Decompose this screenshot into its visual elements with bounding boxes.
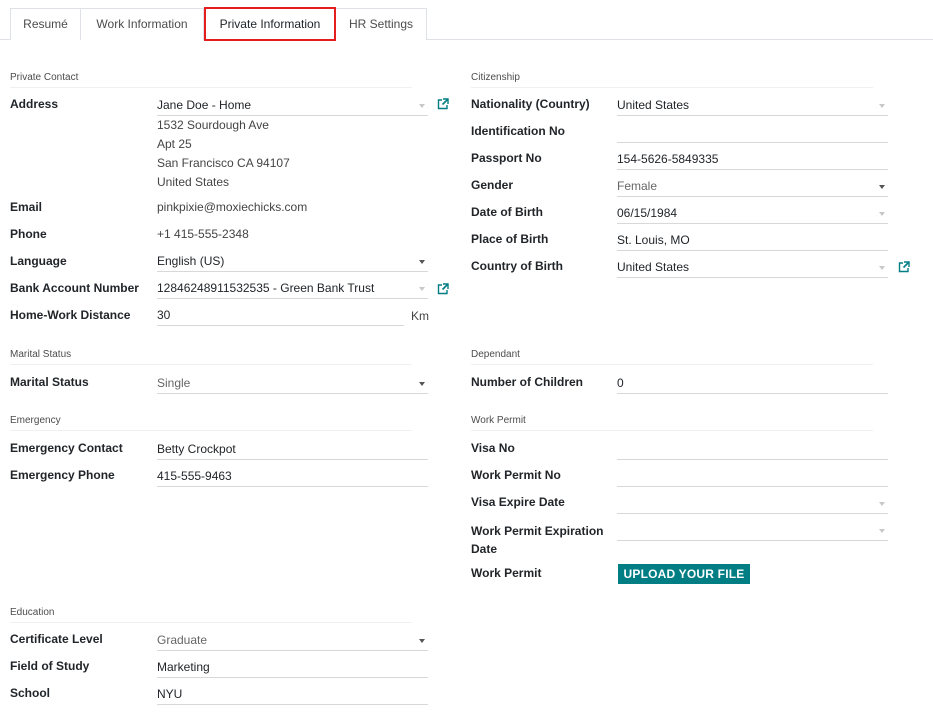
marital-status-label: Marital Status [10, 375, 89, 389]
address-field[interactable]: Jane Doe - Home [157, 96, 428, 116]
gender-label: Gender [471, 178, 514, 192]
tab-private-information[interactable]: Private Information [204, 7, 336, 41]
tab-hr-settings[interactable]: HR Settings [336, 8, 427, 40]
marital-status-select[interactable]: Single [157, 374, 428, 394]
dropdown-caret-icon [419, 260, 425, 264]
dropdown-caret-icon [419, 104, 425, 108]
gender-select[interactable]: Female [617, 177, 888, 197]
country-of-birth-value: United States [617, 260, 690, 274]
work-permit-no-label: Work Permit No [471, 468, 561, 482]
bank-account-label: Bank Account Number [10, 281, 139, 295]
emergency-contact-label: Emergency Contact [10, 441, 123, 455]
address-line-apt: Apt 25 [157, 137, 192, 151]
nationality-field[interactable]: United States [617, 96, 888, 116]
dropdown-caret-icon [419, 382, 425, 386]
identification-no-input[interactable] [617, 123, 888, 143]
emergency-contact-value: Betty Crockpot [157, 442, 236, 456]
emergency-contact-input[interactable]: Betty Crockpot [157, 440, 428, 460]
section-citizenship: Citizenship [471, 72, 873, 88]
phone-value: +1 415-555-2348 [157, 227, 249, 241]
notebook-tabs: Resumé Work Information Private Informat… [0, 0, 933, 41]
home-work-distance-label: Home-Work Distance [10, 308, 131, 322]
email-label: Email [10, 200, 43, 214]
field-of-study-label: Field of Study [10, 659, 90, 673]
dropdown-caret-icon [879, 529, 885, 533]
gender-value: Female [617, 179, 658, 193]
upload-file-button[interactable]: UPLOAD YOUR FILE [618, 564, 750, 584]
dropdown-caret-icon [879, 212, 885, 216]
emergency-phone-label: Emergency Phone [10, 468, 115, 482]
section-emergency: Emergency [10, 415, 412, 431]
visa-no-label: Visa No [471, 441, 515, 455]
section-dependant: Dependant [471, 349, 873, 365]
marital-status-value: Single [157, 376, 191, 390]
section-marital-status: Marital Status [10, 349, 412, 365]
dropdown-caret-icon [419, 639, 425, 643]
address-value: Jane Doe - Home [157, 98, 252, 112]
visa-no-input[interactable] [617, 440, 888, 460]
tab-resume[interactable]: Resumé [10, 8, 81, 40]
country-of-birth-field[interactable]: United States [617, 258, 888, 278]
home-work-distance-input[interactable]: 30 [157, 306, 404, 326]
certificate-level-label: Certificate Level [10, 632, 103, 646]
school-value: NYU [157, 687, 183, 701]
work-permit-no-input[interactable] [617, 467, 888, 487]
dropdown-caret-icon [879, 185, 885, 189]
bank-account-field[interactable]: 12846248911532535 - Green Bank Trust [157, 279, 428, 299]
date-of-birth-input[interactable]: 06/15/1984 [617, 204, 888, 224]
home-work-distance-value: 30 [157, 308, 171, 322]
country-of-birth-label: Country of Birth [471, 259, 563, 273]
emergency-phone-value: 415-555-9463 [157, 469, 232, 483]
external-link-icon[interactable] [898, 261, 910, 273]
nationality-value: United States [617, 98, 690, 112]
date-of-birth-value: 06/15/1984 [617, 206, 678, 220]
work-permit-expiration-label: Work Permit Expiration Date [471, 524, 604, 556]
school-input[interactable]: NYU [157, 685, 428, 705]
address-line-street: 1532 Sourdough Ave [157, 118, 269, 132]
work-permit-expiration-input[interactable] [617, 521, 888, 541]
field-of-study-input[interactable]: Marketing [157, 658, 428, 678]
external-link-icon[interactable] [437, 98, 449, 110]
dropdown-caret-icon [879, 266, 885, 270]
section-private-contact: Private Contact [10, 72, 412, 88]
passport-no-input[interactable]: 154-5626-5849335 [617, 150, 888, 170]
distance-unit: Km [411, 309, 429, 323]
identification-no-label: Identification No [471, 124, 565, 138]
work-permit-file-label: Work Permit [471, 566, 542, 580]
passport-no-value: 154-5626-5849335 [617, 152, 719, 166]
bank-account-value: 12846248911532535 - Green Bank Trust [157, 281, 375, 295]
email-value: pinkpixie@moxiechicks.com [157, 200, 308, 214]
passport-no-label: Passport No [471, 151, 542, 165]
language-value: English (US) [157, 254, 225, 268]
address-line-city: San Francisco CA 94107 [157, 156, 290, 170]
certificate-level-value: Graduate [157, 633, 208, 647]
place-of-birth-input[interactable]: St. Louis, MO [617, 231, 888, 251]
number-of-children-value: 0 [617, 376, 624, 390]
number-of-children-input[interactable]: 0 [617, 374, 888, 394]
dropdown-caret-icon [879, 502, 885, 506]
place-of-birth-value: St. Louis, MO [617, 233, 690, 247]
place-of-birth-label: Place of Birth [471, 232, 549, 246]
dropdown-caret-icon [419, 287, 425, 291]
section-education: Education [10, 607, 412, 623]
section-work-permit: Work Permit [471, 415, 873, 431]
address-label: Address [10, 97, 59, 111]
nationality-label: Nationality (Country) [471, 97, 590, 111]
date-of-birth-label: Date of Birth [471, 205, 543, 219]
certificate-level-select[interactable]: Graduate [157, 631, 428, 651]
visa-expire-date-label: Visa Expire Date [471, 495, 565, 509]
emergency-phone-input[interactable]: 415-555-9463 [157, 467, 428, 487]
phone-label: Phone [10, 227, 47, 241]
field-of-study-value: Marketing [157, 660, 210, 674]
tab-work-information[interactable]: Work Information [81, 8, 204, 40]
external-link-icon[interactable] [437, 283, 449, 295]
language-select[interactable]: English (US) [157, 252, 428, 272]
school-label: School [10, 686, 51, 700]
dropdown-caret-icon [879, 104, 885, 108]
language-label: Language [10, 254, 67, 268]
address-line-country: United States [157, 175, 230, 189]
visa-expire-date-input[interactable] [617, 494, 888, 514]
number-of-children-label: Number of Children [471, 375, 584, 389]
